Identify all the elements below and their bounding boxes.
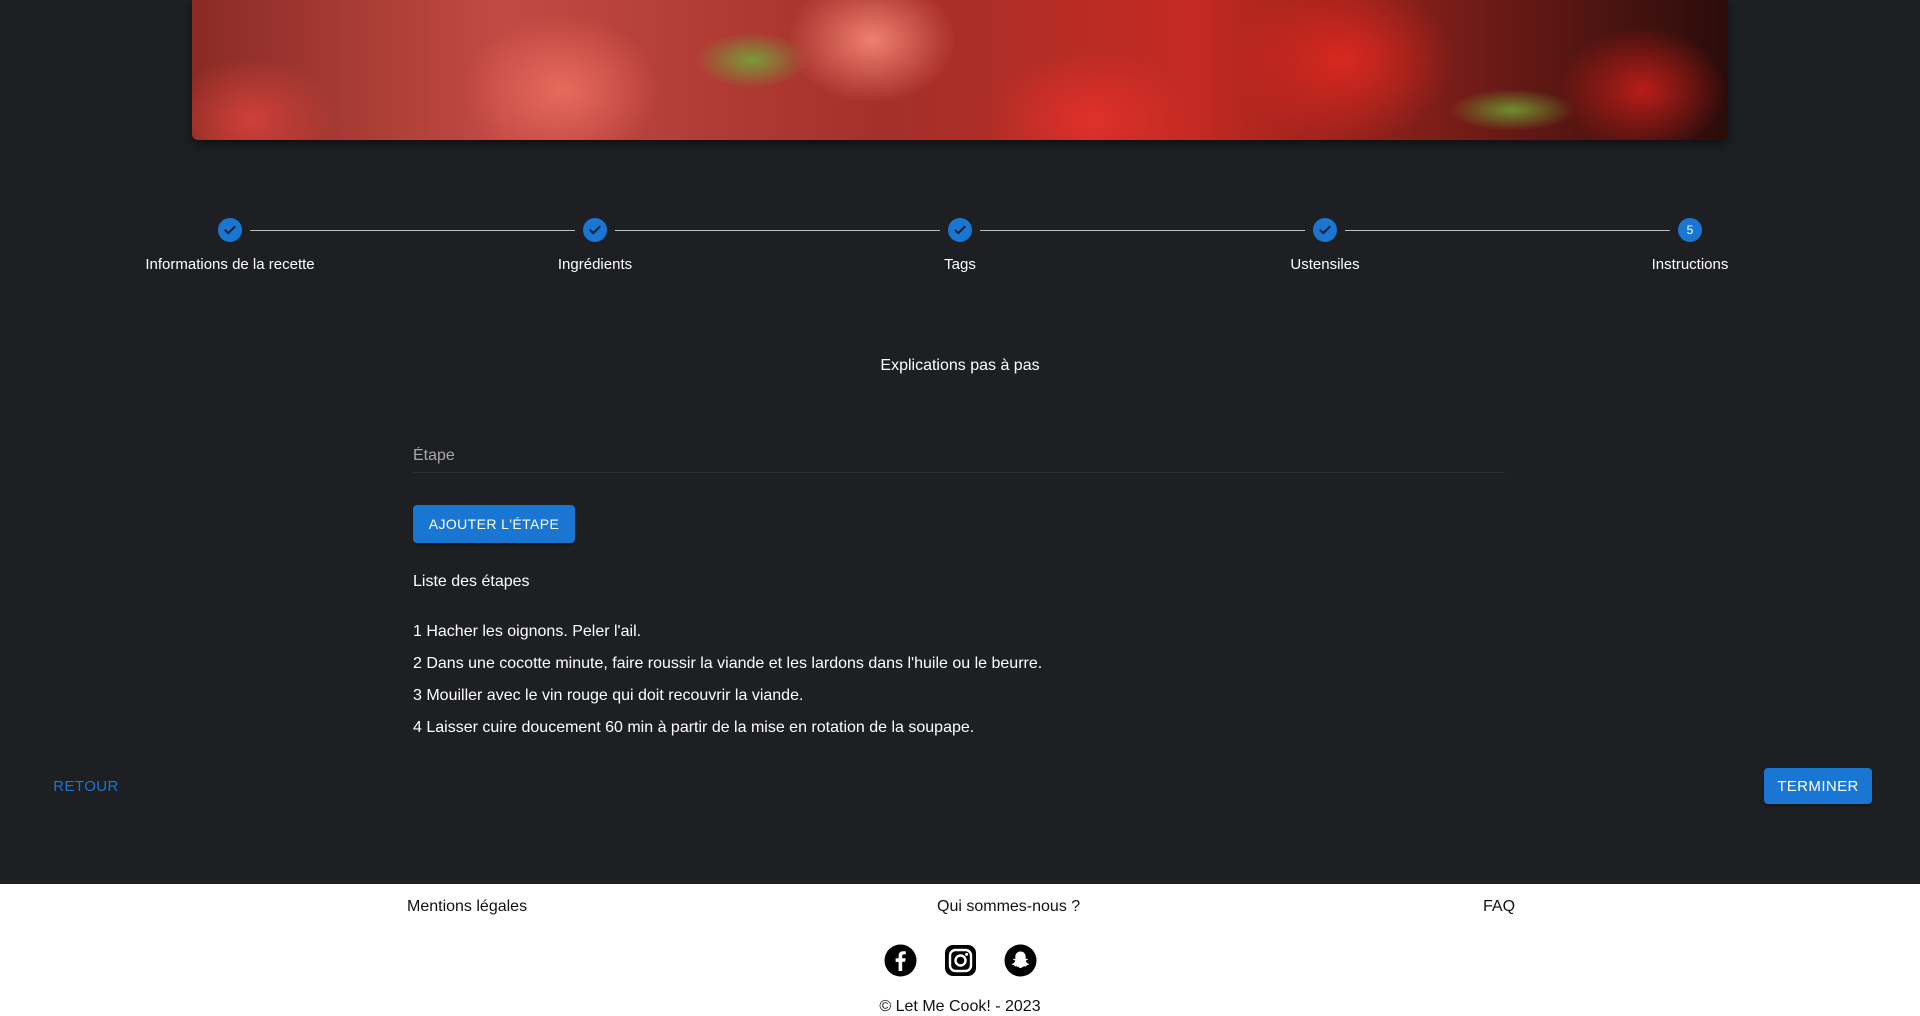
hero-image-strawberries: [192, 0, 1728, 140]
recipe-stepper: Informations de la recette Ingrédients T…: [0, 210, 1920, 290]
step-tags[interactable]: Tags: [840, 210, 1080, 273]
step-ingredients[interactable]: Ingrédients: [475, 210, 715, 273]
step-label: Instructions: [1651, 256, 1729, 273]
step-instructions[interactable]: 5 Instructions: [1570, 210, 1810, 273]
step-input[interactable]: [413, 442, 1505, 470]
step-utensils[interactable]: Ustensiles: [1205, 210, 1445, 273]
social-links: [884, 944, 1037, 977]
list-item: 2 Dans une cocotte minute, faire roussir…: [413, 655, 1043, 672]
back-button[interactable]: Retour: [40, 770, 132, 802]
footer-link-legal[interactable]: Mentions légales: [407, 898, 527, 916]
facebook-icon[interactable]: [884, 944, 917, 977]
list-item: 4 Laisser cuire doucement 60 min à parti…: [413, 719, 975, 736]
snapchat-icon[interactable]: [1004, 944, 1037, 977]
check-icon: [218, 218, 242, 242]
steps-list-title: Liste des étapes: [413, 573, 530, 590]
check-icon: [583, 218, 607, 242]
section-title: Explications pas à pas: [880, 357, 1040, 374]
step-label: Ustensiles: [1290, 256, 1360, 273]
check-icon: [948, 218, 972, 242]
footer-link-faq[interactable]: FAQ: [1483, 898, 1515, 916]
step-label: Informations de la recette: [145, 256, 315, 273]
footer-link-about[interactable]: Qui sommes-nous ?: [937, 898, 1080, 916]
finish-button[interactable]: Terminer: [1764, 768, 1872, 804]
site-footer: Mentions légales Qui sommes-nous ? FAQ ©…: [0, 884, 1920, 1016]
steps-list: 1 Hacher les oignons. Peler l'ail. 2 Dan…: [413, 620, 1042, 748]
instagram-icon[interactable]: [944, 944, 977, 977]
step-field: [413, 442, 1505, 473]
list-item: 1 Hacher les oignons. Peler l'ail.: [413, 623, 642, 640]
add-step-button[interactable]: Ajouter l'étape: [413, 505, 575, 543]
step-number-badge: 5: [1678, 218, 1702, 242]
check-icon: [1313, 218, 1337, 242]
step-label: Ingrédients: [557, 256, 633, 273]
copyright-text: © Let Me Cook! - 2023: [879, 998, 1041, 1015]
step-recipe-info[interactable]: Informations de la recette: [110, 210, 350, 273]
step-label: Tags: [944, 256, 976, 273]
list-item: 3 Mouiller avec le vin rouge qui doit re…: [413, 687, 804, 704]
